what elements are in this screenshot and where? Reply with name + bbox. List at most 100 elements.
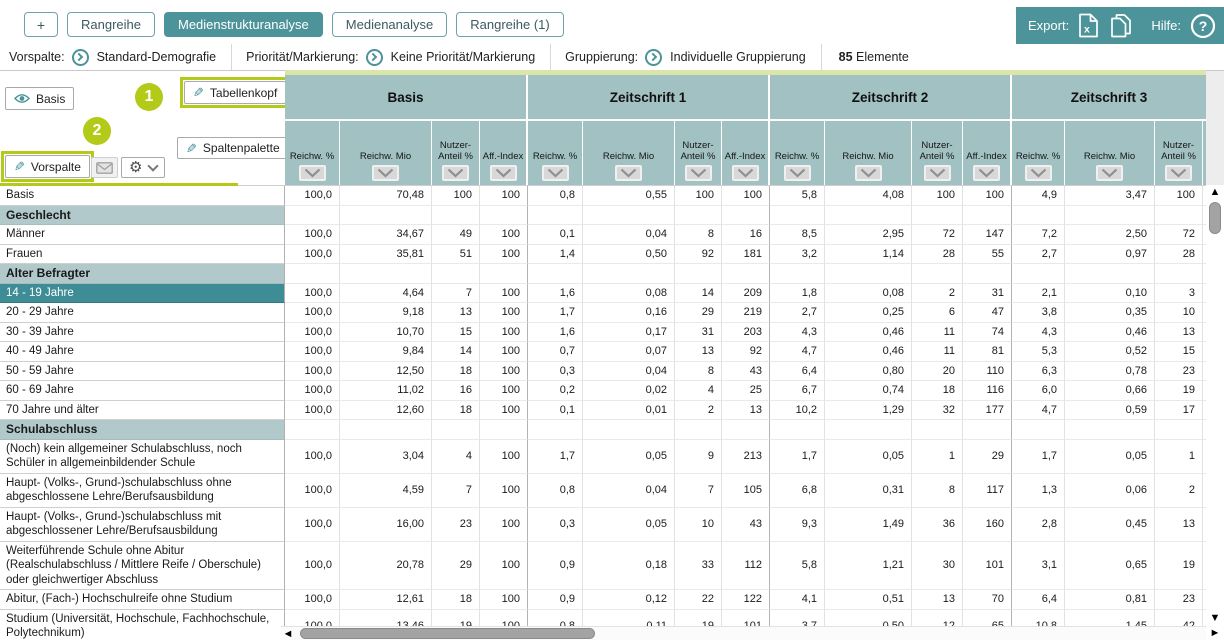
scroll-down-arrow[interactable]: ▼ [1206, 611, 1224, 625]
data-cell: 70,48 [340, 186, 432, 206]
table-row: (Noch) kein allgemeiner Schulabschluss, … [0, 440, 1206, 474]
table-row: 60 - 69 Jahre100,011,02161000,20,024256,… [0, 381, 1206, 401]
column-menu-button[interactable] [855, 165, 882, 181]
scroll-up-arrow[interactable]: ▲ [1206, 185, 1224, 199]
toolbar-label-vorspalte: Vorspalte: [9, 50, 65, 64]
settings-menu-button[interactable]: ⚙ [121, 157, 165, 178]
group-row-label[interactable]: Schulabschluss [0, 420, 285, 440]
dropdown-chevron-icon[interactable] [645, 49, 662, 66]
data-cell: 18 [912, 381, 963, 401]
mail-button[interactable] [91, 157, 118, 178]
basis-button[interactable]: Basis [5, 87, 74, 110]
row-label[interactable]: 70 Jahre und älter [0, 401, 285, 421]
column-menu-button[interactable] [732, 165, 759, 181]
row-label[interactable]: 30 - 39 Jahre [0, 323, 285, 343]
dropdown-chevron-icon[interactable] [72, 49, 89, 66]
data-cell: 122 [722, 590, 770, 610]
row-label[interactable]: 20 - 29 Jahre [0, 303, 285, 323]
data-cell: 0,3 [528, 362, 583, 382]
row-label[interactable]: Basis [0, 186, 285, 206]
data-cell: 10,70 [340, 323, 432, 343]
row-label[interactable]: Weiterführende Schule ohne Abitur (Reals… [0, 542, 285, 591]
data-cell: 1,7 [528, 303, 583, 323]
data-cell: 100 [722, 186, 770, 206]
help-icon[interactable]: ? [1190, 13, 1216, 39]
column-menu-button[interactable] [924, 165, 951, 181]
data-cell: 0,65 [1065, 542, 1155, 591]
tab-medienstrukturanalyse[interactable]: Medienstrukturanalyse [164, 12, 323, 37]
pencil-icon: ✎ [14, 160, 25, 173]
toolbar-value-gruppierung[interactable]: Individuelle Gruppierung [670, 50, 806, 64]
row-label[interactable]: Männer [0, 225, 285, 245]
column-menu-button[interactable] [1165, 165, 1192, 181]
row-label[interactable]: 40 - 49 Jahre [0, 342, 285, 362]
column-group-zeitschrift-3: Zeitschrift 3 [1012, 75, 1206, 121]
group-row-label[interactable]: Alter Befragter [0, 264, 285, 284]
row-label[interactable]: 60 - 69 Jahre [0, 381, 285, 401]
scroll-right-arrow[interactable]: ► [1206, 626, 1224, 640]
row-label[interactable]: Haupt- (Volks-, Grund-)schulabschluss mi… [0, 508, 285, 542]
data-cell: 5,8 [770, 186, 825, 206]
data-cell [340, 206, 432, 226]
column-header-nutzer-anteil: Nutzer-Anteil % [675, 121, 722, 185]
data-cell: 15 [432, 323, 480, 343]
column-menu-button[interactable] [490, 165, 517, 181]
tab-tab[interactable]: + [24, 12, 58, 37]
vorspalte-button[interactable]: ✎ Vorspalte [5, 155, 90, 178]
data-cell: 8 [675, 225, 722, 245]
data-cell: 28 [912, 245, 963, 265]
basis-button-label: Basis [36, 92, 65, 106]
row-label[interactable]: Studium (Universität, Hochschule, Fachho… [0, 610, 285, 641]
toolbar-value-vorspalte[interactable]: Standard-Demografie [97, 50, 217, 64]
column-menu-button[interactable] [442, 165, 469, 181]
group-row-label[interactable]: Geschlecht [0, 206, 285, 226]
data-cell: 1,7 [1012, 440, 1065, 474]
tab-rangreihe-1[interactable]: Rangreihe (1) [456, 12, 564, 37]
column-menu-button[interactable] [1025, 165, 1052, 181]
data-cell: 0,10 [1065, 284, 1155, 304]
row-label[interactable]: 14 - 19 Jahre [0, 284, 285, 304]
data-cell: 3,04 [340, 440, 432, 474]
horizontal-scroll-thumb[interactable] [300, 628, 595, 639]
toolbar-value-priorit-t-markierung[interactable]: Keine Priorität/Markierung [391, 50, 536, 64]
row-label[interactable]: 50 - 59 Jahre [0, 362, 285, 382]
tab-medienanalyse[interactable]: Medienanalyse [332, 12, 447, 37]
tab-rangreihe[interactable]: Rangreihe [67, 12, 155, 37]
export-excel-icon[interactable]: x [1078, 13, 1099, 38]
data-cell: 92 [675, 245, 722, 265]
spaltenpalette-button[interactable]: ✎ Spaltenpalette [177, 137, 289, 159]
column-menu-button[interactable] [685, 165, 712, 181]
data-cell [285, 420, 340, 440]
data-cell: 0,9 [528, 542, 583, 591]
tabellenkopf-button[interactable]: ✎ Tabellenkopf [184, 81, 286, 104]
data-cell: 0,05 [825, 440, 912, 474]
dropdown-chevron-icon[interactable] [366, 49, 383, 66]
data-cell: 9,84 [340, 342, 432, 362]
column-menu-button[interactable] [615, 165, 642, 181]
row-label[interactable]: (Noch) kein allgemeiner Schulabschluss, … [0, 440, 285, 474]
data-cell: 0,17 [583, 323, 675, 343]
scroll-right-corner[interactable]: ► [1206, 626, 1224, 640]
row-label[interactable]: Haupt- (Volks-, Grund-)schulabschluss oh… [0, 474, 285, 508]
column-header-label: Reichw. % [290, 152, 334, 163]
toolbar-label-gruppierung: Gruppierung: [565, 50, 638, 64]
column-menu-button[interactable] [372, 165, 399, 181]
column-menu-button[interactable] [973, 165, 1000, 181]
data-cell [675, 206, 722, 226]
row-label[interactable]: Frauen [0, 245, 285, 265]
vertical-scrollbar[interactable]: ▲ ▼ [1206, 185, 1224, 625]
column-menu-button[interactable] [784, 165, 811, 181]
column-menu-button[interactable] [542, 165, 569, 181]
data-cell: 117 [963, 474, 1012, 508]
data-cell: 1 [912, 440, 963, 474]
export-copy-icon[interactable] [1108, 13, 1133, 38]
row-label[interactable]: Abitur, (Fach-) Hochschulreife ohne Stud… [0, 590, 285, 610]
scroll-left-arrow[interactable]: ◄ [281, 627, 295, 641]
horizontal-scrollbar[interactable]: ◄ [281, 626, 1206, 640]
vertical-scroll-thumb[interactable] [1209, 202, 1221, 234]
data-cell: 100 [480, 284, 528, 304]
tabellenkopf-button-label: Tabellenkopf [210, 86, 277, 100]
column-menu-button[interactable] [299, 165, 326, 181]
column-menu-button[interactable] [1096, 165, 1123, 181]
data-cell: 23 [432, 508, 480, 542]
